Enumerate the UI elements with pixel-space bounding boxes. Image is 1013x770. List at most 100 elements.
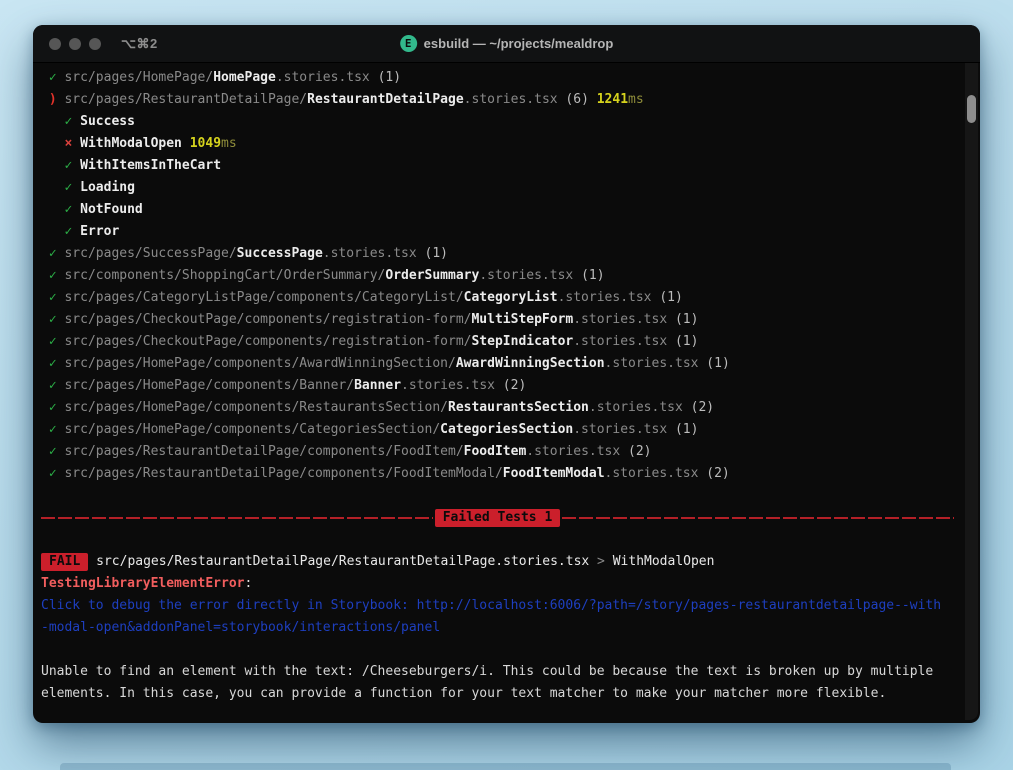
blank-line [41,485,954,507]
test-count: (1) [659,290,682,305]
minimize-window-button[interactable] [69,38,81,50]
test-count: (2) [503,378,526,393]
terminal-content: ✓ src/pages/HomePage/HomePage.stories.ts… [33,63,980,722]
suite-row: ✓ src/pages/HomePage/HomePage.stories.ts… [41,67,954,89]
test-case-row: ✓ NotFound [41,199,954,221]
storybook-debug-link-line-2: -modal-open&addonPanel=storybook/interac… [41,617,954,639]
test-count: (1) [675,422,698,437]
suite-dir: src/components/ShoppingCart/OrderSummary… [64,268,385,283]
failed-suite-row: ) src/pages/RestaurantDetailPage/Restaur… [41,89,954,111]
storybook-debug-link-line-1: Click to debug the error directly in Sto… [41,595,954,617]
window-title: esbuild — ~/projects/mealdrop [424,36,614,51]
error-message-text: Unable to find an element with the text:… [41,664,933,679]
suite-filename: Banner [354,378,401,393]
error-message-line-1: Unable to find an element with the text:… [41,661,954,683]
separator-dash-right [562,517,954,519]
failed-test-name: WithModalOpen [613,554,715,569]
suite-dir: src/pages/SuccessPage/ [64,246,236,261]
error-name: TestingLibraryElementError [41,576,245,591]
esbuild-icon: E [400,35,417,52]
suite-suffix: .stories.tsx [573,334,667,349]
test-count: (1) [675,334,698,349]
duration-value: 1049 [190,136,221,151]
blank-line [41,529,954,551]
pass-icon: ✓ [49,246,57,261]
suite-dir: src/pages/HomePage/components/Banner/ [64,378,354,393]
pass-icon: ✓ [49,444,57,459]
suite-dir: src/pages/HomePage/components/Restaurant… [64,400,448,415]
suite-row: ✓ src/pages/HomePage/components/Banner/B… [41,375,954,397]
pass-icon: ✓ [64,224,72,239]
pass-icon: ✓ [49,334,57,349]
suite-suffix: .stories.tsx [276,70,370,85]
duration-unit: ms [221,136,237,151]
failed-test-header-row: FAIL src/pages/RestaurantDetailPage/Rest… [41,551,954,573]
pass-icon: ✓ [64,158,72,173]
suite-dir: src/pages/HomePage/ [64,70,213,85]
scrollbar-track[interactable] [965,63,978,720]
tab-shortcut-label: ⌥⌘2 [121,36,158,52]
pass-icon: ✓ [64,202,72,217]
failed-tests-badge: Failed Tests 1 [435,509,561,527]
zoom-window-button[interactable] [89,38,101,50]
suite-suffix: .stories.tsx [526,444,620,459]
storybook-debug-link[interactable]: -modal-open&addonPanel=storybook/interac… [41,620,440,635]
pass-icon: ✓ [49,466,57,481]
test-case-name: Error [80,224,119,239]
suite-dir: src/pages/CheckoutPage/components/regist… [64,312,471,327]
titlebar[interactable]: ⌥⌘2 E esbuild — ~/projects/mealdrop [33,25,980,63]
suite-dir: src/pages/HomePage/components/AwardWinni… [64,356,455,371]
suite-row: ✓ src/pages/RestaurantDetailPage/compone… [41,441,954,463]
suite-row: ✓ src/pages/HomePage/components/AwardWin… [41,353,954,375]
suite-suffix: .stories.tsx [323,246,417,261]
pass-icon: ✓ [49,378,57,393]
suite-row: ✓ src/pages/HomePage/components/Restaura… [41,397,954,419]
test-results-list: ✓ src/pages/HomePage/HomePage.stories.ts… [41,67,954,485]
suite-suffix: .stories.tsx [605,466,699,481]
chevron-separator: > [589,554,612,569]
suite-dir: src/pages/CheckoutPage/components/regist… [64,334,471,349]
pass-icon: ✓ [49,312,57,327]
suite-filename: MultiStepForm [471,312,573,327]
pass-icon: ✓ [49,70,57,85]
suite-suffix: .stories.tsx [605,356,699,371]
window-title-group: E esbuild — ~/projects/mealdrop [400,25,614,62]
storybook-debug-link[interactable]: Click to debug the error directly in Sto… [41,598,941,613]
test-count: (1) [425,246,448,261]
blank-line [41,639,954,661]
test-count: (2) [706,466,729,481]
traffic-lights [33,38,101,50]
suite-suffix: .stories.tsx [573,422,667,437]
suite-filename: SuccessPage [237,246,323,261]
suite-filename: FoodItemModal [503,466,605,481]
scrollbar-thumb[interactable] [967,95,976,123]
suite-suffix: .stories.tsx [464,92,558,107]
suite-filename: CategoryList [464,290,558,305]
pass-icon: ✓ [64,114,72,129]
test-count: (1) [675,312,698,327]
test-count: (2) [628,444,651,459]
error-colon: : [245,576,253,591]
fail-badge: FAIL [41,553,88,571]
close-window-button[interactable] [49,38,61,50]
suite-dir: src/pages/HomePage/components/Categories… [64,422,440,437]
suite-filename: OrderSummary [385,268,479,283]
suite-suffix: .stories.tsx [558,290,652,305]
dock-edge-hint [60,763,951,770]
test-case-row: ✓ Loading [41,177,954,199]
suite-dir: src/pages/RestaurantDetailPage/ [64,92,307,107]
failed-suite-pointer-icon: ) [49,92,57,107]
terminal-window: ⌥⌘2 E esbuild — ~/projects/mealdrop ✓ sr… [33,25,980,723]
failed-tests-separator: Failed Tests 1 [41,507,954,529]
pass-icon: ✓ [49,356,57,371]
separator-dash-left [41,517,433,519]
suite-filename: FoodItem [464,444,527,459]
pass-icon: ✓ [49,290,57,305]
suite-filename: AwardWinningSection [456,356,605,371]
pass-icon: ✓ [64,180,72,195]
suite-row: ✓ src/components/ShoppingCart/OrderSumma… [41,265,954,287]
error-name-row: TestingLibraryElementError: [41,573,954,595]
test-case-row: ✓ Success [41,111,954,133]
suite-dir: src/pages/CategoryListPage/components/Ca… [64,290,463,305]
suite-filename: StepIndicator [471,334,573,349]
